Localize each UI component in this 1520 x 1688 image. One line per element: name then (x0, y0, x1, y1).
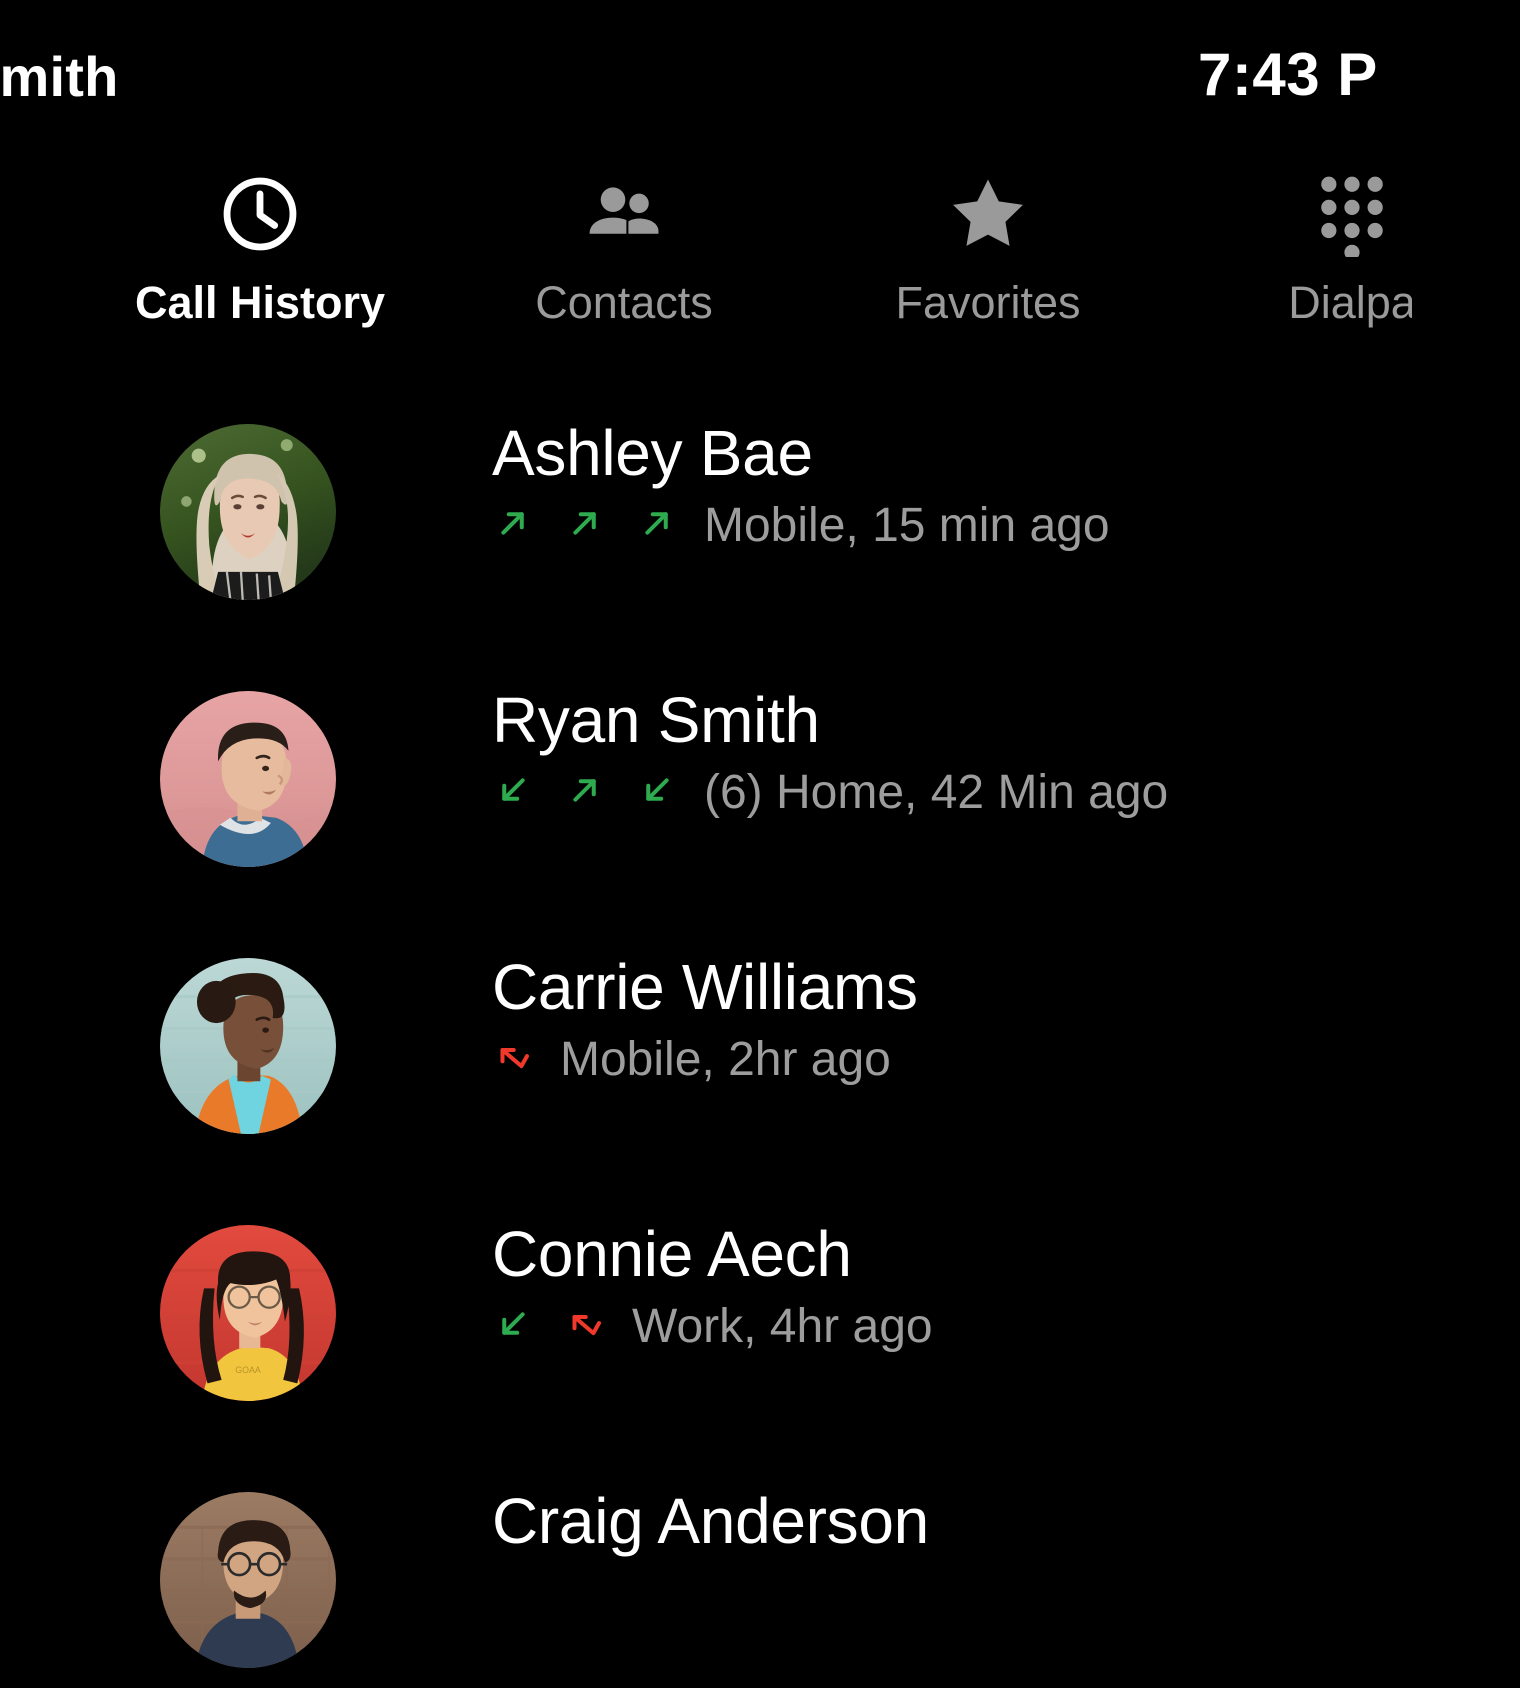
table-row[interactable]: Ryan Smith (6) Home, 42 Min ago (0, 667, 1412, 934)
avatar: GOAA (160, 1225, 336, 1401)
row-text: Ashley Bae Mobile, 15 min ago (492, 417, 1412, 552)
call-meta: Work, 4hr ago (492, 1299, 1412, 1353)
outgoing-call-icon (564, 502, 606, 549)
call-detail: (6) Home, 42 Min ago (704, 765, 1169, 819)
outgoing-call-icon (636, 502, 678, 549)
tab-bar: Call History Contacts Favorites Dialpa (0, 160, 1412, 380)
phone-screen: Smith 7:43 P Call History C (0, 0, 1412, 1688)
row-text: Ryan Smith (6) Home, 42 Min ago (492, 684, 1412, 819)
table-row[interactable]: Craig Anderson (0, 1468, 1412, 1688)
avatar (160, 1492, 336, 1668)
row-text: Carrie Williams Mobile, 2hr ago (492, 951, 1412, 1086)
tab-favorites-label: Favorites (895, 277, 1081, 328)
tab-favorites[interactable]: Favorites (806, 160, 1170, 360)
call-meta: (6) Home, 42 Min ago (492, 765, 1412, 819)
avatar (160, 691, 336, 867)
contact-name: Connie Aech (492, 1218, 852, 1290)
clock-icon (78, 168, 442, 260)
missed-call-icon (492, 1036, 534, 1083)
avatar (160, 424, 336, 600)
tab-contacts[interactable]: Contacts (442, 160, 806, 360)
tab-dialpad[interactable]: Dialpa (1170, 160, 1412, 360)
call-detail: Work, 4hr ago (632, 1299, 933, 1353)
dialpad-icon (1170, 168, 1412, 260)
missed-call-icon (564, 1303, 606, 1350)
call-direction-icons (492, 1303, 606, 1350)
call-detail: Mobile, 2hr ago (560, 1032, 891, 1086)
avatar (160, 958, 336, 1134)
incoming-call-icon (636, 769, 678, 816)
tab-dialpad-label: Dialpa (1288, 277, 1412, 328)
table-row[interactable]: Carrie Williams Mobile, 2hr ago (0, 934, 1412, 1201)
contact-name: Craig Anderson (492, 1485, 929, 1557)
call-direction-icons (492, 502, 678, 549)
tab-contacts-label: Contacts (535, 277, 713, 328)
tab-call-history[interactable]: Call History (78, 160, 442, 360)
svg-text:GOAA: GOAA (235, 1365, 261, 1375)
incoming-call-icon (492, 1303, 534, 1350)
call-meta: Mobile, 15 min ago (492, 498, 1412, 552)
contact-name: Carrie Williams (492, 951, 918, 1023)
call-detail: Mobile, 15 min ago (704, 498, 1110, 552)
status-bar-clock: 7:43 P (1198, 41, 1378, 108)
star-icon (806, 168, 1170, 260)
incoming-call-icon (492, 769, 534, 816)
table-row[interactable]: GOAA Connie Aech Work, 4hr ago (0, 1201, 1412, 1468)
outgoing-call-icon (492, 502, 534, 549)
contact-name: Ashley Bae (492, 417, 813, 489)
call-direction-icons (492, 769, 678, 816)
row-text: Connie Aech Work, 4hr ago (492, 1218, 1412, 1353)
call-direction-icons (492, 1036, 534, 1083)
table-row[interactable]: Ashley Bae Mobile, 15 min ago (0, 400, 1412, 667)
call-history-list: Ashley Bae Mobile, 15 min ago Ryan Smith… (0, 400, 1412, 1688)
outgoing-call-icon (564, 769, 606, 816)
contact-name: Ryan Smith (492, 684, 820, 756)
tab-call-history-label: Call History (134, 277, 386, 328)
row-text: Craig Anderson (492, 1485, 1412, 1570)
status-bar: Smith 7:43 P (0, 0, 1412, 150)
call-meta: Mobile, 2hr ago (492, 1032, 1412, 1086)
people-icon (442, 168, 806, 260)
status-bar-title: Smith (0, 45, 119, 108)
